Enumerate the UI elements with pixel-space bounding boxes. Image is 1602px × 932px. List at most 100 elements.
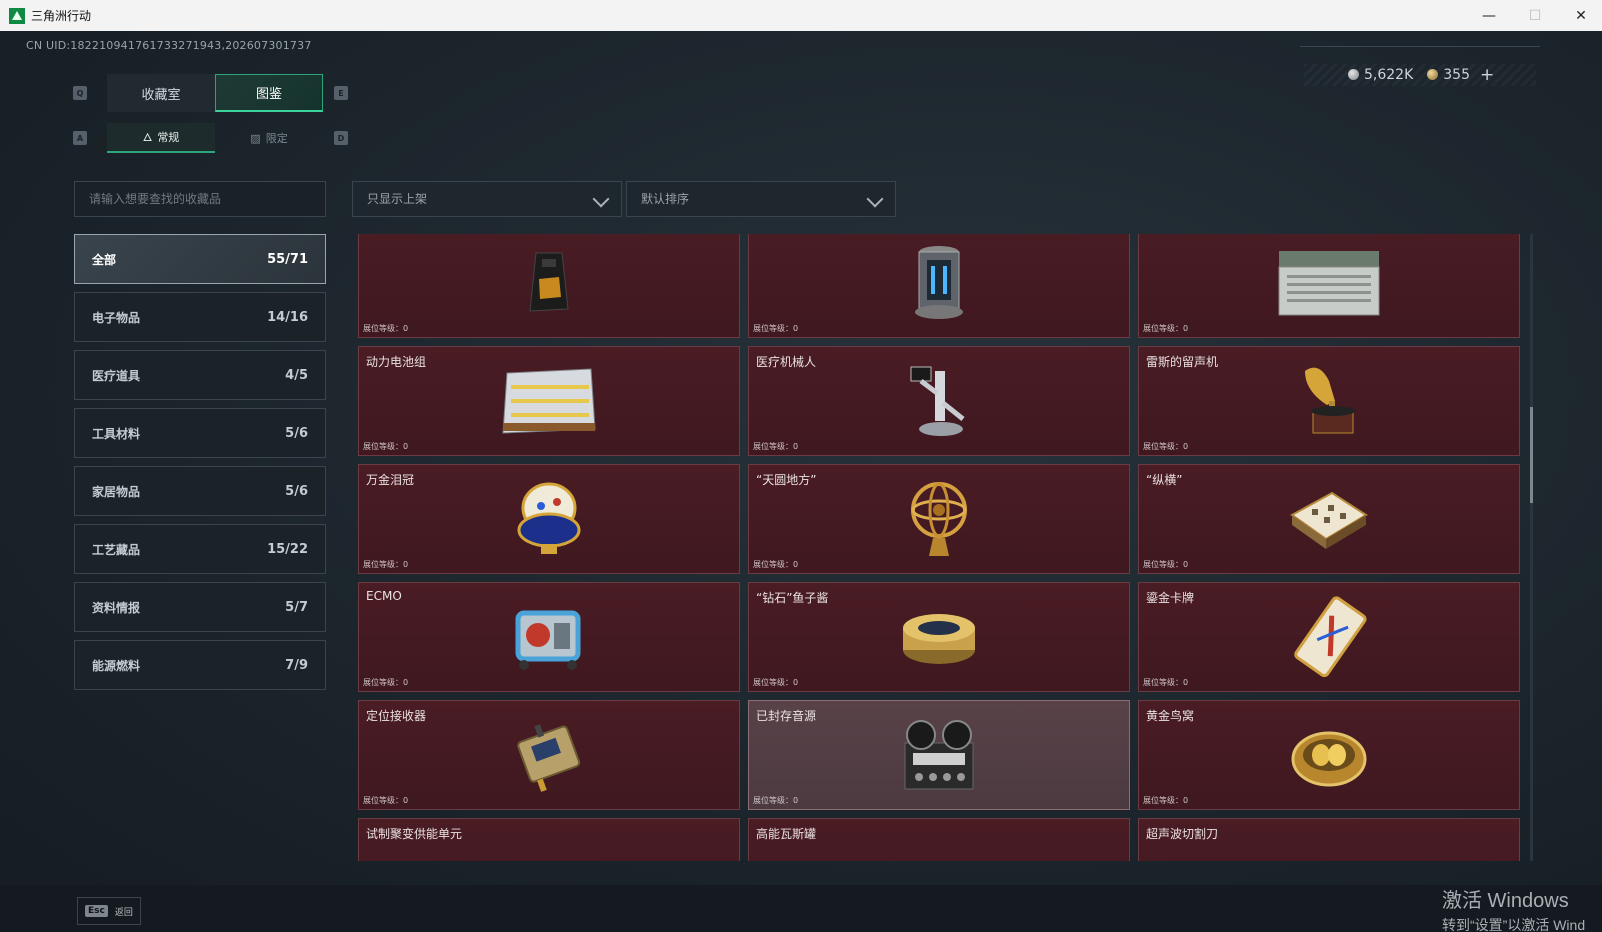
close-button[interactable]: ✕ (1558, 0, 1602, 31)
server-crate-icon (1275, 245, 1383, 321)
item-card[interactable]: 展位等级：0 (748, 234, 1130, 338)
item-name: ECMO (366, 589, 402, 603)
item-card[interactable]: “天圆地方” 展位等级：0 (748, 464, 1130, 574)
item-card[interactable]: 展位等级：0 (358, 234, 740, 338)
item-level: 展位等级：0 (363, 796, 409, 805)
app-logo-icon (9, 7, 25, 24)
sort-dropdown[interactable]: 默认排序 (626, 181, 896, 217)
shelf-filter-dropdown[interactable]: 只显示上架 (352, 181, 622, 217)
bottom-bar (0, 885, 1602, 932)
gold-amount: 355 (1443, 67, 1470, 83)
armillary-sphere-icon (907, 478, 971, 560)
item-card[interactable]: 超声波切割刀 展位等级：0 (1138, 818, 1520, 861)
item-card[interactable]: 万金泪冠 展位等级：0 (358, 464, 740, 574)
item-name: 已封存音源 (756, 709, 817, 723)
item-card[interactable]: 定位接收器 展位等级：0 (358, 700, 740, 810)
category-tools[interactable]: 工具材料 5/6 (74, 408, 326, 458)
category-count: 5/6 (285, 483, 308, 499)
category-count: 14/16 (267, 309, 308, 325)
subtab-limited[interactable]: ▨ 限定 (215, 123, 323, 153)
item-card[interactable]: 雷斯的留声机 展位等级：0 (1138, 346, 1520, 456)
item-card[interactable]: 高能瓦斯罐 展位等级：0 (748, 818, 1130, 861)
grid-scrollbar[interactable] (1530, 234, 1533, 861)
minimize-button[interactable]: — (1466, 0, 1512, 31)
gold-coin-icon (1427, 69, 1439, 80)
item-name: 黄金鸟窝 (1146, 709, 1195, 723)
item-name: 高能瓦斯罐 (756, 827, 817, 841)
jeweled-egg-icon (511, 478, 587, 560)
item-card[interactable]: 已封存音源 展位等级：0 (748, 700, 1130, 810)
gps-receiver-icon (509, 715, 589, 795)
gold-currency: 355 (1427, 67, 1470, 83)
item-level: 展位等级：0 (363, 678, 409, 687)
sub-tabs: 🜂 常规 ▨ 限定 (107, 123, 323, 153)
category-all[interactable]: 全部 55/71 (74, 234, 326, 284)
player-uid: CN UID:182210941761733271943,20260730173… (26, 39, 312, 52)
item-card[interactable]: 黄金鸟窝 展位等级：0 (1138, 700, 1520, 810)
category-count: 5/7 (285, 599, 308, 615)
subtab-regular[interactable]: 🜂 常规 (107, 123, 215, 153)
item-card[interactable]: 展位等级：0 (1138, 234, 1520, 338)
watermark-line1: 激活 Windows (1442, 890, 1569, 912)
currency-bar: 5,622K 355 + (1304, 64, 1536, 86)
item-name: “天圆地方” (756, 473, 817, 487)
category-medical[interactable]: 医疗道具 4/5 (74, 350, 326, 400)
search-input[interactable]: 请输入想要查找的收藏品 (74, 181, 326, 217)
item-level: 展位等级：0 (753, 560, 799, 569)
back-label: 返回 (114, 907, 133, 918)
coffee-bag-icon (524, 249, 574, 317)
item-card[interactable]: 医疗机械人 展位等级：0 (748, 346, 1130, 456)
item-card[interactable]: 鎏金卡牌 展位等级：0 (1138, 582, 1520, 692)
category-household[interactable]: 家居物品 5/6 (74, 466, 326, 516)
reactor-core-icon (908, 244, 970, 322)
key-e-hint: E (334, 86, 348, 100)
image-icon: ▨ (250, 131, 261, 145)
ecmo-machine-icon (506, 599, 592, 675)
chevron-down-icon (592, 190, 610, 208)
category-count: 15/22 (267, 541, 308, 557)
category-label: 工艺藏品 (92, 542, 141, 557)
category-intel[interactable]: 资料情报 5/7 (74, 582, 326, 632)
category-label: 家居物品 (92, 484, 141, 499)
caviar-tin-icon (900, 602, 978, 672)
category-count: 5/6 (285, 425, 308, 441)
category-electronics[interactable]: 电子物品 14/16 (74, 292, 326, 342)
category-crafts[interactable]: 工艺藏品 15/22 (74, 524, 326, 574)
category-label: 电子物品 (92, 310, 141, 325)
main-tabs: 收藏室 图鉴 (107, 74, 323, 112)
chevron-down-icon (866, 190, 884, 208)
tab-collection-room[interactable]: 收藏室 (107, 74, 215, 112)
item-card[interactable]: “纵横” 展位等级：0 (1138, 464, 1520, 574)
item-name: “纵横” (1146, 473, 1183, 487)
collection-grid: 展位等级：0 展位等级：0 展位等级：0 动力电池组 展位等级：0 医疗机械人 … (358, 234, 1524, 861)
category-count: 7/9 (285, 657, 308, 673)
window-titlebar: 三角洲行动 — ☐ ✕ (0, 0, 1602, 31)
item-card[interactable]: ECMO 展位等级：0 (358, 582, 740, 692)
chess-set-icon (1288, 485, 1370, 553)
key-a-hint: A (73, 131, 87, 145)
maximize-button[interactable]: ☐ (1512, 0, 1558, 31)
add-currency-button[interactable]: + (1480, 65, 1494, 85)
item-grid: 展位等级：0 展位等级：0 展位等级：0 动力电池组 展位等级：0 医疗机械人 … (358, 234, 1520, 861)
tab-catalog[interactable]: 图鉴 (215, 74, 323, 112)
item-card[interactable]: 试制聚变供能单元 展位等级：0 (358, 818, 740, 861)
windows-activation-watermark: 激活 Windows 转到“设置”以激活 Wind (1442, 884, 1585, 932)
item-level: 展位等级：0 (1143, 560, 1189, 569)
key-q-hint: Q (73, 86, 87, 100)
item-level: 展位等级：0 (1143, 324, 1189, 333)
item-card[interactable]: “钻石”鱼子酱 展位等级：0 (748, 582, 1130, 692)
key-d-hint: D (334, 131, 348, 145)
category-label: 全部 (92, 252, 117, 267)
category-label: 医疗道具 (92, 368, 141, 383)
item-card[interactable]: 动力电池组 展位等级：0 (358, 346, 740, 456)
scroll-thumb[interactable] (1530, 407, 1533, 503)
item-name: 雷斯的留声机 (1146, 355, 1219, 369)
back-button[interactable]: Esc 返回 (77, 897, 141, 925)
window-title: 三角洲行动 (31, 9, 92, 23)
silver-amount: 5,622K (1364, 67, 1414, 83)
subtab-limited-label: 限定 (265, 132, 288, 145)
item-name: “钻石”鱼子酱 (756, 591, 829, 605)
category-energy[interactable]: 能源燃料 7/9 (74, 640, 326, 690)
item-name: 动力电池组 (366, 355, 427, 369)
item-level: 展位等级：0 (1143, 678, 1189, 687)
